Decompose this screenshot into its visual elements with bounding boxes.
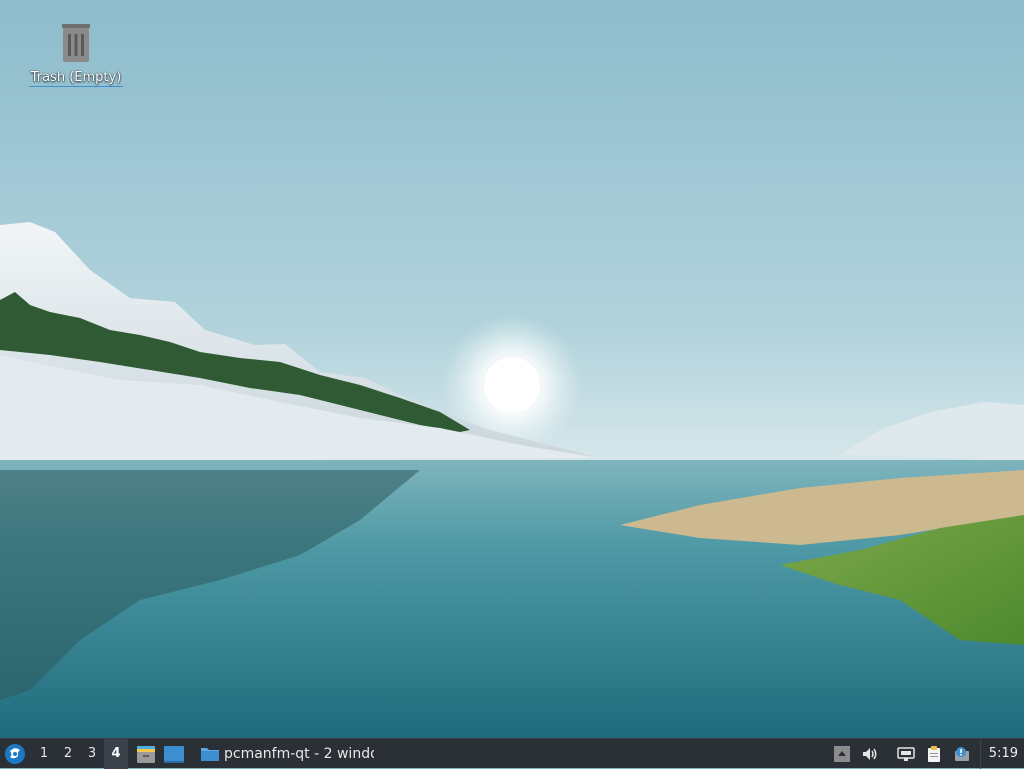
clock[interactable]: 5:19	[979, 738, 1024, 769]
application-menu-button[interactable]	[0, 739, 30, 769]
desktop-switcher: 1 2 3 4	[32, 738, 128, 769]
desktop-4-button[interactable]: 4	[104, 738, 128, 769]
folder-icon	[201, 747, 219, 761]
volume-control[interactable]	[856, 739, 884, 769]
quicklaunch	[132, 739, 188, 769]
clipboard-icon	[927, 745, 940, 762]
show-desktop-icon	[164, 745, 184, 763]
tray-up-arrow[interactable]	[828, 739, 856, 769]
taskbar-panel: 1 2 3 4 pcmanfm-qt - 2 windo...	[0, 738, 1024, 769]
file-manager-launcher[interactable]	[132, 739, 160, 769]
taskbar-button-pcmanfm[interactable]: pcmanfm-qt - 2 windo...	[194, 739, 380, 769]
file-manager-icon	[137, 745, 155, 763]
update-notifier[interactable]	[948, 739, 976, 769]
trash-desktop-icon[interactable]: Trash (Empty)	[24, 22, 128, 92]
desktop-2-button[interactable]: 2	[56, 739, 80, 769]
volume-icon	[862, 747, 877, 760]
wallpaper	[0, 0, 1024, 738]
clipboard-manager[interactable]	[920, 739, 948, 769]
trash-icon	[62, 24, 90, 62]
system-tray: 5:19	[828, 738, 1024, 769]
desktop-3-button[interactable]: 3	[80, 739, 104, 769]
taskbar-button-label: pcmanfm-qt - 2 windo...	[224, 745, 374, 762]
show-desktop-launcher[interactable]	[160, 739, 188, 769]
network-indicator[interactable]	[892, 739, 920, 769]
network-icon	[897, 746, 915, 761]
desktop[interactable]: Trash (Empty)	[0, 0, 1024, 738]
trash-label: Trash (Empty)	[28, 70, 124, 87]
desktop-1-button[interactable]: 1	[32, 739, 56, 769]
arrow-up-icon	[833, 745, 850, 762]
update-notifier-icon	[954, 746, 969, 761]
lxqt-menu-icon	[5, 743, 25, 764]
